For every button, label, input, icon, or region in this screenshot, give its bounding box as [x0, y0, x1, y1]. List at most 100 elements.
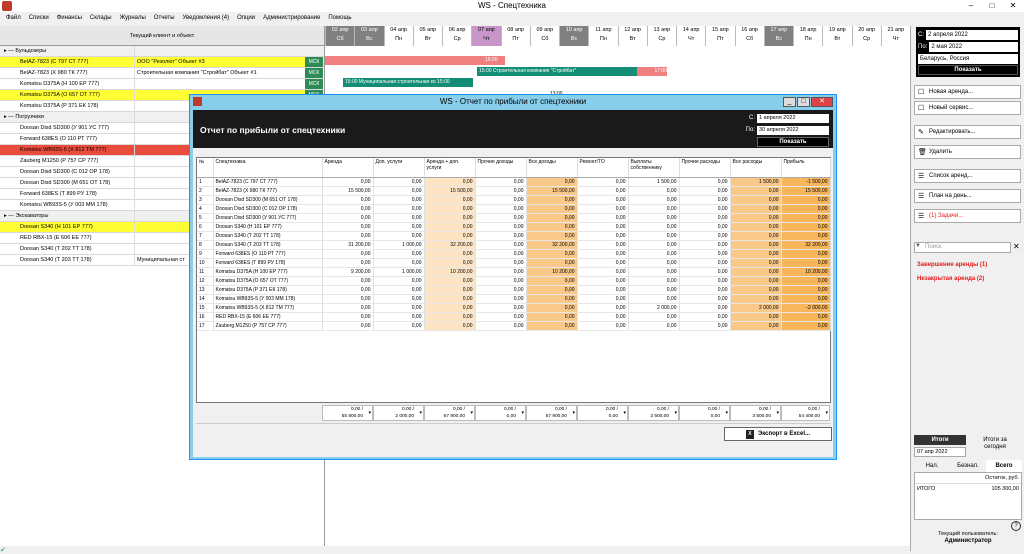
table-cell: 0,00 [730, 258, 782, 268]
table-row[interactable]: 14 Komatsu WB93S-5 (У 003 ММ 178) 0,00 0,00… [197, 294, 831, 304]
gantt-bar[interactable]: 17:00 [637, 67, 667, 76]
help-icon[interactable]: ? [1011, 521, 1021, 531]
report-show-button[interactable]: Показать [757, 137, 829, 147]
gantt-bar[interactable] [325, 56, 490, 65]
table-row[interactable]: 13 Komatsu D375A (Р 371 ЕК 178) 0,00 0,00 0,… [197, 285, 831, 295]
menu-item[interactable]: Склады [90, 13, 112, 24]
menu-item[interactable]: Отчеты [154, 13, 175, 24]
itogi-date-picker[interactable]: 07 апр 2022 [914, 447, 966, 457]
dropdown-icon[interactable]: ▾ [825, 410, 828, 417]
gantt-bar-label[interactable]: 15:00 [485, 56, 505, 65]
tasks-button[interactable]: ☰ (1) Задачи... [914, 209, 1021, 223]
vehicle-row[interactable]: BelAZ-7823 (Х 980 ТК 777) Строительная ко… [0, 68, 324, 79]
column-header[interactable]: Спецтехника [213, 158, 323, 178]
gantt-day-header: 20 апр Ср [851, 26, 881, 46]
table-cell: 0,00 [577, 312, 629, 322]
table-row[interactable]: 7 Doosan S340 (Т 202 ТТ 178) 0,00 0,00 0,00 0… [197, 231, 831, 241]
table-row[interactable]: 5 Doosan Disd SD300 (У 901 УС 777) 0,00 0,0… [197, 213, 831, 223]
rent-list-button[interactable]: ☰ Список аренд... [914, 169, 1021, 183]
report-title: Отчет по прибыли от спецтехники [200, 125, 346, 135]
dropdown-icon[interactable]: ▾ [470, 410, 473, 417]
column-header[interactable]: Прочие доходы [475, 158, 527, 178]
alert-unclosed-rent[interactable]: Незакрытая аренда (2) [917, 276, 984, 282]
alert-rent-end[interactable]: Завершение аренды (1) [917, 262, 987, 268]
table-row[interactable]: 15 Komatsu WB93S-5 (Х 812 ТМ 777) 0,00 0,00… [197, 303, 831, 313]
column-header[interactable]: № [197, 158, 214, 178]
search-input[interactable]: Поиск [914, 242, 1011, 253]
balance-row: ИТОГО 105 300,00 [915, 484, 1021, 494]
table-row[interactable]: 10 Forward 638ES (Т 899 РУ 178) 0,00 0,00 0,… [197, 258, 831, 268]
profit-report-dialog: WS - Отчет по прибыли от спецтехники _ □… [189, 94, 837, 460]
column-header[interactable]: Все доходы [526, 158, 578, 178]
itogi-today[interactable]: Итоги за сегодня [975, 437, 1015, 451]
menu-item[interactable]: Администрирование [263, 13, 320, 24]
dropdown-icon[interactable]: ▾ [776, 410, 779, 417]
menu-item[interactable]: Списки [29, 13, 49, 24]
column-header[interactable]: Прочие расходы [679, 158, 731, 178]
maximize-button[interactable]: □ [982, 0, 1002, 12]
report-from-picker[interactable]: 1 апреля 2022 [757, 113, 829, 123]
menu-item[interactable]: Финансы [57, 13, 82, 24]
region-select[interactable]: Беларусь, Россия [918, 53, 1018, 64]
table-row[interactable]: 8 Doosan S340 (Т 203 ТТ 178) 31 200,00 1 00… [197, 240, 831, 250]
column-header[interactable]: Прибыль [781, 158, 831, 178]
new-rent-button[interactable]: ☐ Новая аренда... [914, 85, 1021, 99]
vehicle-row[interactable]: BelAZ-7823 (С 797 СТ 777) ООО "Резолют" О… [0, 57, 324, 68]
table-cell: 10 200,00 [781, 267, 831, 277]
column-header[interactable]: Аренда [322, 158, 374, 178]
export-excel-button[interactable]: X Экспорт в Excel... [724, 427, 832, 441]
dropdown-icon[interactable]: ▾ [623, 410, 626, 417]
column-header[interactable]: Доп. услуги [373, 158, 425, 178]
table-row[interactable]: 6 Doosan S340 (Н 101 ЕР 777) 0,00 0,00 0,00 0… [197, 222, 831, 232]
menu-item[interactable]: Уведомления (4) [183, 13, 230, 24]
table-row[interactable]: 11 Komatsu D375A (Н 100 ЕР 777) 9 200,00 1 … [197, 267, 831, 277]
table-row[interactable]: 9 Forward 638ES (О 110 РТ 777) 0,00 0,00 0,0… [197, 249, 831, 259]
menu-item[interactable]: Опции [237, 13, 255, 24]
dropdown-icon[interactable]: ▾ [521, 410, 524, 417]
table-row[interactable]: 2 BelAZ-7823 (Х 980 ТК 777) 15 500,00 0,00 1… [197, 186, 831, 196]
vehicle-name: Doosan S340 (Н 101 ЕР 777) [0, 222, 135, 232]
tab-cash[interactable]: Нал. [914, 460, 950, 472]
menu-item[interactable]: Помощь [328, 13, 351, 24]
dialog-maximize-button[interactable]: □ [797, 97, 810, 107]
menu-item[interactable]: Журналы [120, 13, 146, 24]
date-from-picker[interactable]: 2 апреля 2022 [926, 29, 1018, 40]
gantt-bar[interactable]: 15:00 Муниципальная строительная ко 15:0… [343, 78, 473, 87]
column-header[interactable]: Ремонт/ТО [577, 158, 629, 178]
day-plan-button[interactable]: ☰ План на день... [914, 189, 1021, 203]
dropdown-icon[interactable]: ▾ [368, 410, 371, 417]
dropdown-icon[interactable]: ▾ [572, 410, 575, 417]
minimize-button[interactable]: – [961, 0, 981, 12]
tab-total[interactable]: Всего [986, 460, 1022, 472]
table-row[interactable]: 17 Zauberg M1250 (Р 757 СР 777) 0,00 0,00 0,… [197, 321, 831, 331]
new-service-button[interactable]: ☐ Новый сервис... [914, 101, 1021, 115]
report-to-picker[interactable]: 30 апреля 2022 [757, 125, 829, 135]
trash-icon: 🗑 [918, 149, 927, 156]
edit-button[interactable]: ✎ Редактировать... [914, 125, 1021, 139]
table-row[interactable]: 16 RED RBX-15 (Е 606 ЕЕ 777) 0,00 0,00 0,00 0… [197, 312, 831, 322]
date-to-picker[interactable]: 2 мая 2022 [929, 41, 1018, 52]
column-header[interactable]: Все расходы [730, 158, 782, 178]
dialog-close-button[interactable]: ✕ [811, 97, 833, 107]
clear-search-icon[interactable]: ✕ [1013, 242, 1020, 251]
column-header[interactable]: Выплаты собственнику [628, 158, 680, 178]
column-header[interactable]: Аренда + доп. услуги [424, 158, 476, 178]
dropdown-icon[interactable]: ▾ [725, 410, 728, 417]
delete-button[interactable]: 🗑 Удалить [914, 145, 1021, 159]
dialog-minimize-button[interactable]: _ [783, 97, 796, 107]
table-cell: 0,00 [424, 303, 476, 313]
close-button[interactable]: ✕ [1003, 0, 1023, 12]
vehicle-row[interactable]: Komatsu D375A (Н 100 ЕР 777) МСК [0, 79, 324, 90]
tab-noncash[interactable]: Безнал. [950, 460, 986, 472]
table-row[interactable]: 1 BelAZ-7823 (С 797 СТ 777) 0,00 0,00 0,00 0,… [197, 177, 831, 187]
table-row[interactable]: 4 Doosan Disd SD300 (С 012 ОР 178) 0,00 0,0… [197, 204, 831, 214]
dropdown-icon[interactable]: ▾ [674, 410, 677, 417]
show-button[interactable]: Показать [918, 65, 1018, 75]
table-cell: 11 [197, 267, 214, 277]
table-row[interactable]: 12 Komatsu D375A (О 657 ОТ 777) 0,00 0,00 0,… [197, 276, 831, 286]
gantt-bar[interactable]: 15:00 Строительная компания "Стройбат" [477, 67, 637, 76]
table-row[interactable]: 3 Doosan Disd SD300 (М 651 ОТ 178) 0,00 0,0… [197, 195, 831, 205]
vehicle-group[interactable]: ▸ — Бульдозеры [0, 46, 324, 57]
dropdown-icon[interactable]: ▾ [419, 410, 422, 417]
menu-item[interactable]: Файл [6, 13, 21, 24]
